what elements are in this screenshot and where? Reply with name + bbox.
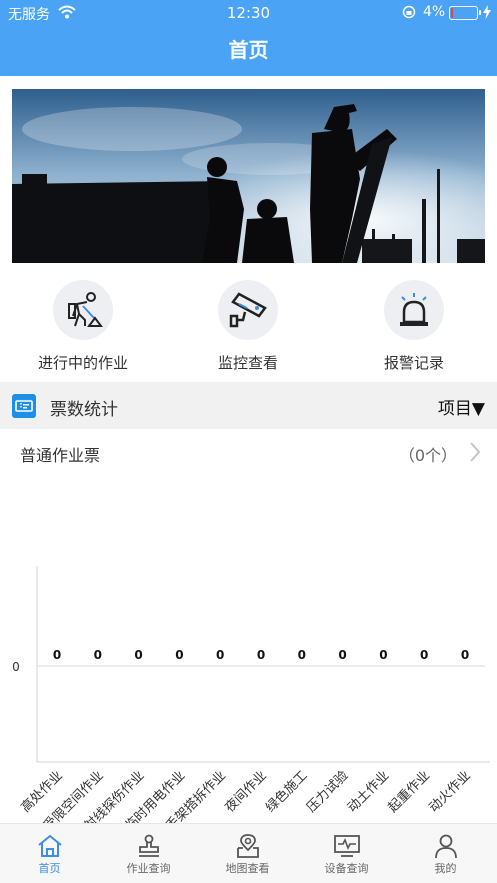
x-tick-label: 动火作业	[426, 768, 473, 815]
rotation-lock-icon	[402, 5, 416, 19]
quick-action-monitoring[interactable]: 监控查看	[173, 280, 323, 373]
charging-bolt-icon	[483, 5, 491, 19]
chevron-right-icon	[470, 442, 481, 462]
monitor-icon	[333, 835, 360, 857]
status-bar: 无服务 12:30 4%	[0, 0, 497, 26]
page-title: 首页	[0, 26, 497, 76]
tab-work-query[interactable]: 作业查询	[99, 824, 198, 883]
battery-icon	[449, 6, 481, 20]
tab-label: 首页	[38, 862, 61, 875]
quick-action-label: 监控查看	[217, 354, 278, 372]
data-label: 0	[257, 648, 265, 662]
banner-image[interactable]	[12, 89, 485, 263]
data-label: 0	[298, 648, 306, 662]
data-label: 0	[216, 648, 224, 662]
tab-label: 我的	[434, 862, 457, 875]
x-tick-label: 起重作业	[385, 768, 433, 816]
data-label: 0	[338, 648, 346, 662]
project-dropdown[interactable]: 项目▼	[438, 394, 485, 419]
tab-label: 作业查询	[126, 862, 171, 875]
data-label: 0	[134, 648, 142, 662]
tab-label: 地图查看	[225, 862, 270, 875]
data-label: 0	[94, 648, 102, 662]
tab-mine[interactable]: 我的	[396, 824, 495, 883]
construction-silhouette-image	[12, 89, 485, 263]
section-title: 票数统计	[50, 400, 118, 420]
data-label: 0	[461, 648, 469, 662]
battery-percent: 4%	[423, 4, 446, 20]
tab-label: 设备查询	[324, 862, 369, 875]
ticket-icon	[12, 394, 36, 418]
ticket-count: （0个）	[398, 446, 457, 465]
map-pin-icon	[236, 834, 259, 858]
data-label: 0	[420, 648, 428, 662]
home-icon	[37, 834, 62, 857]
quick-action-label: 报警记录	[383, 354, 444, 372]
stamp-icon	[138, 834, 159, 857]
x-tick-label: 绿色施工	[263, 768, 311, 816]
y-tick-label: 0	[12, 660, 20, 674]
worker-icon	[53, 280, 113, 340]
x-tick-label: 压力试验	[303, 768, 351, 816]
user-icon	[434, 834, 457, 858]
tab-home[interactable]: 首页	[0, 824, 99, 883]
tab-device-query[interactable]: 设备查询	[297, 824, 396, 883]
ticket-name: 普通作业票	[20, 446, 101, 465]
quick-action-label: 进行中的作业	[37, 354, 128, 372]
ticket-stats-header: 票数统计 项目▼	[0, 382, 497, 429]
x-tick-label: 夜间作业	[222, 768, 269, 815]
data-label: 0	[379, 648, 387, 662]
tab-map-view[interactable]: 地图查看	[198, 824, 297, 883]
data-label: 0	[53, 648, 61, 662]
main-content: 进行中的作业 监控查看 报警记录 票数统计 项目▼ 普通作业票 （0个） 0 0…	[0, 76, 497, 843]
cctv-camera-icon	[218, 280, 278, 340]
tab-bar: 首页 作业查询 地图查看 设备查询 我的	[0, 823, 497, 883]
ticket-bar-chart: 00高处作业0受限空间作业0射线探伤作业0临时用电作业0脚手架搭拆作业0夜间作业…	[12, 566, 490, 843]
quick-action-alarm-records[interactable]: 报警记录	[339, 280, 489, 373]
ordinary-ticket-row[interactable]: 普通作业票 （0个）	[0, 429, 497, 479]
alarm-light-icon	[384, 280, 444, 340]
quick-action-in-progress-work[interactable]: 进行中的作业	[8, 280, 158, 373]
x-tick-label: 动土作业	[345, 768, 392, 815]
data-label: 0	[175, 648, 183, 662]
